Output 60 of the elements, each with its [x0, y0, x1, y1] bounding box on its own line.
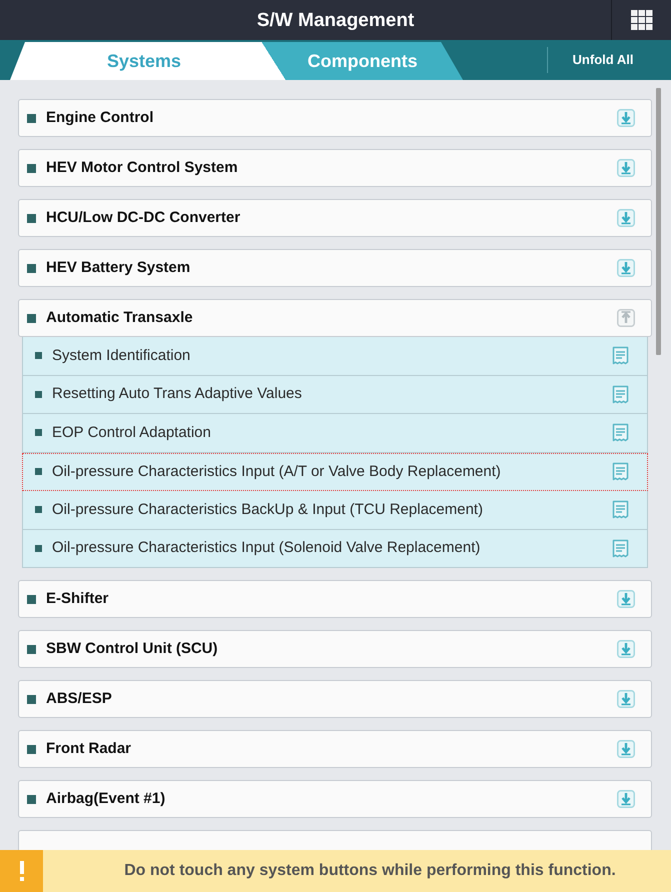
document-icon[interactable]: [612, 423, 629, 442]
bullet-icon: [35, 429, 42, 436]
function-row[interactable]: Oil-pressure Characteristics BackUp & Input (TCU Replacement): [22, 491, 648, 530]
bullet-icon: [27, 744, 36, 754]
function-row[interactable]: Oil-pressure Characteristics Input (A/T or Valve Body Replacement): [22, 452, 648, 491]
bullet-icon: [35, 468, 42, 476]
system-row[interactable]: Front Radar: [18, 730, 652, 768]
document-icon[interactable]: [612, 384, 629, 404]
document-icon[interactable]: [612, 538, 629, 558]
function-name: Resetting Auto Trans Adaptive Values: [52, 384, 302, 404]
function-name: System Identification: [52, 346, 190, 366]
system-row[interactable]: E-Shifter: [18, 580, 652, 618]
function-row[interactable]: Oil-pressure Characteristics Input (Solenoid Valve Replacement): [22, 530, 648, 568]
bullet-icon: [27, 644, 36, 654]
document-icon[interactable]: [612, 500, 629, 520]
bullet-icon: [27, 164, 36, 172]
system-row[interactable]: HEV Battery System: [18, 249, 652, 287]
system-name: HEV Battery System: [46, 258, 190, 278]
unfold-all-button[interactable]: Unfold All: [548, 40, 658, 80]
bullet-icon: [27, 114, 36, 122]
window-title: S/W Management: [256, 10, 414, 30]
system-name: Automatic Transaxle: [46, 308, 193, 328]
system-row[interactable]: Engine Control: [18, 99, 652, 137]
bullet-icon: [27, 594, 36, 604]
bullet-icon: [35, 544, 42, 552]
system-row[interactable]: SBW Control Unit (SCU): [18, 630, 652, 668]
bullet-icon: [35, 506, 42, 514]
document-icon[interactable]: [612, 462, 629, 482]
system-name: HEV Motor Control System: [46, 158, 238, 178]
function-name: Oil-pressure Characteristics Input (Solenoid Valve Replacement): [52, 538, 480, 558]
system-name: Airbag(Event #1): [46, 788, 166, 809]
system-name: ABS/ESP: [46, 688, 112, 709]
system-name: Front Radar: [46, 738, 132, 759]
system-row[interactable]: ABS/ESP: [18, 680, 652, 718]
document-icon[interactable]: [612, 346, 629, 366]
bullet-icon: [27, 264, 36, 272]
function-row[interactable]: System Identification: [22, 337, 648, 376]
system-row[interactable]: HCU/Low DC-DC Converter: [18, 199, 652, 237]
bullet-icon: [27, 214, 36, 222]
bullet-icon: [27, 314, 36, 322]
system-name: Engine Control: [46, 108, 154, 128]
bullet-icon: [27, 794, 36, 804]
system-row[interactable]: Airbag(Event #1): [18, 780, 652, 818]
bullet-icon: [35, 390, 42, 398]
warning-icon: [0, 850, 43, 892]
function-row[interactable]: EOP Control Adaptation: [22, 414, 648, 452]
system-row[interactable]: HEV Motor Control System: [18, 149, 652, 187]
system-row[interactable]: Automatic Transaxle: [18, 299, 652, 337]
system-name: E-Shifter: [46, 588, 109, 609]
scrollbar-thumb[interactable]: [656, 88, 661, 355]
function-name: Oil-pressure Characteristics Input (A/T or Valve Body Replacement): [52, 462, 501, 482]
bullet-icon: [27, 694, 36, 704]
bullet-icon: [35, 352, 42, 360]
warning-message: Do not touch any system buttons while performing this function.: [123, 861, 617, 881]
system-name: HCU/Low DC-DC Converter: [46, 208, 240, 228]
function-row[interactable]: Resetting Auto Trans Adaptive Values: [22, 376, 648, 414]
system-name: SBW Control Unit (SCU): [46, 638, 218, 659]
grid-icon: [630, 10, 652, 30]
function-name: Oil-pressure Characteristics BackUp & Input (TCU Replacement): [52, 500, 483, 520]
function-name: EOP Control Adaptation: [52, 422, 211, 442]
